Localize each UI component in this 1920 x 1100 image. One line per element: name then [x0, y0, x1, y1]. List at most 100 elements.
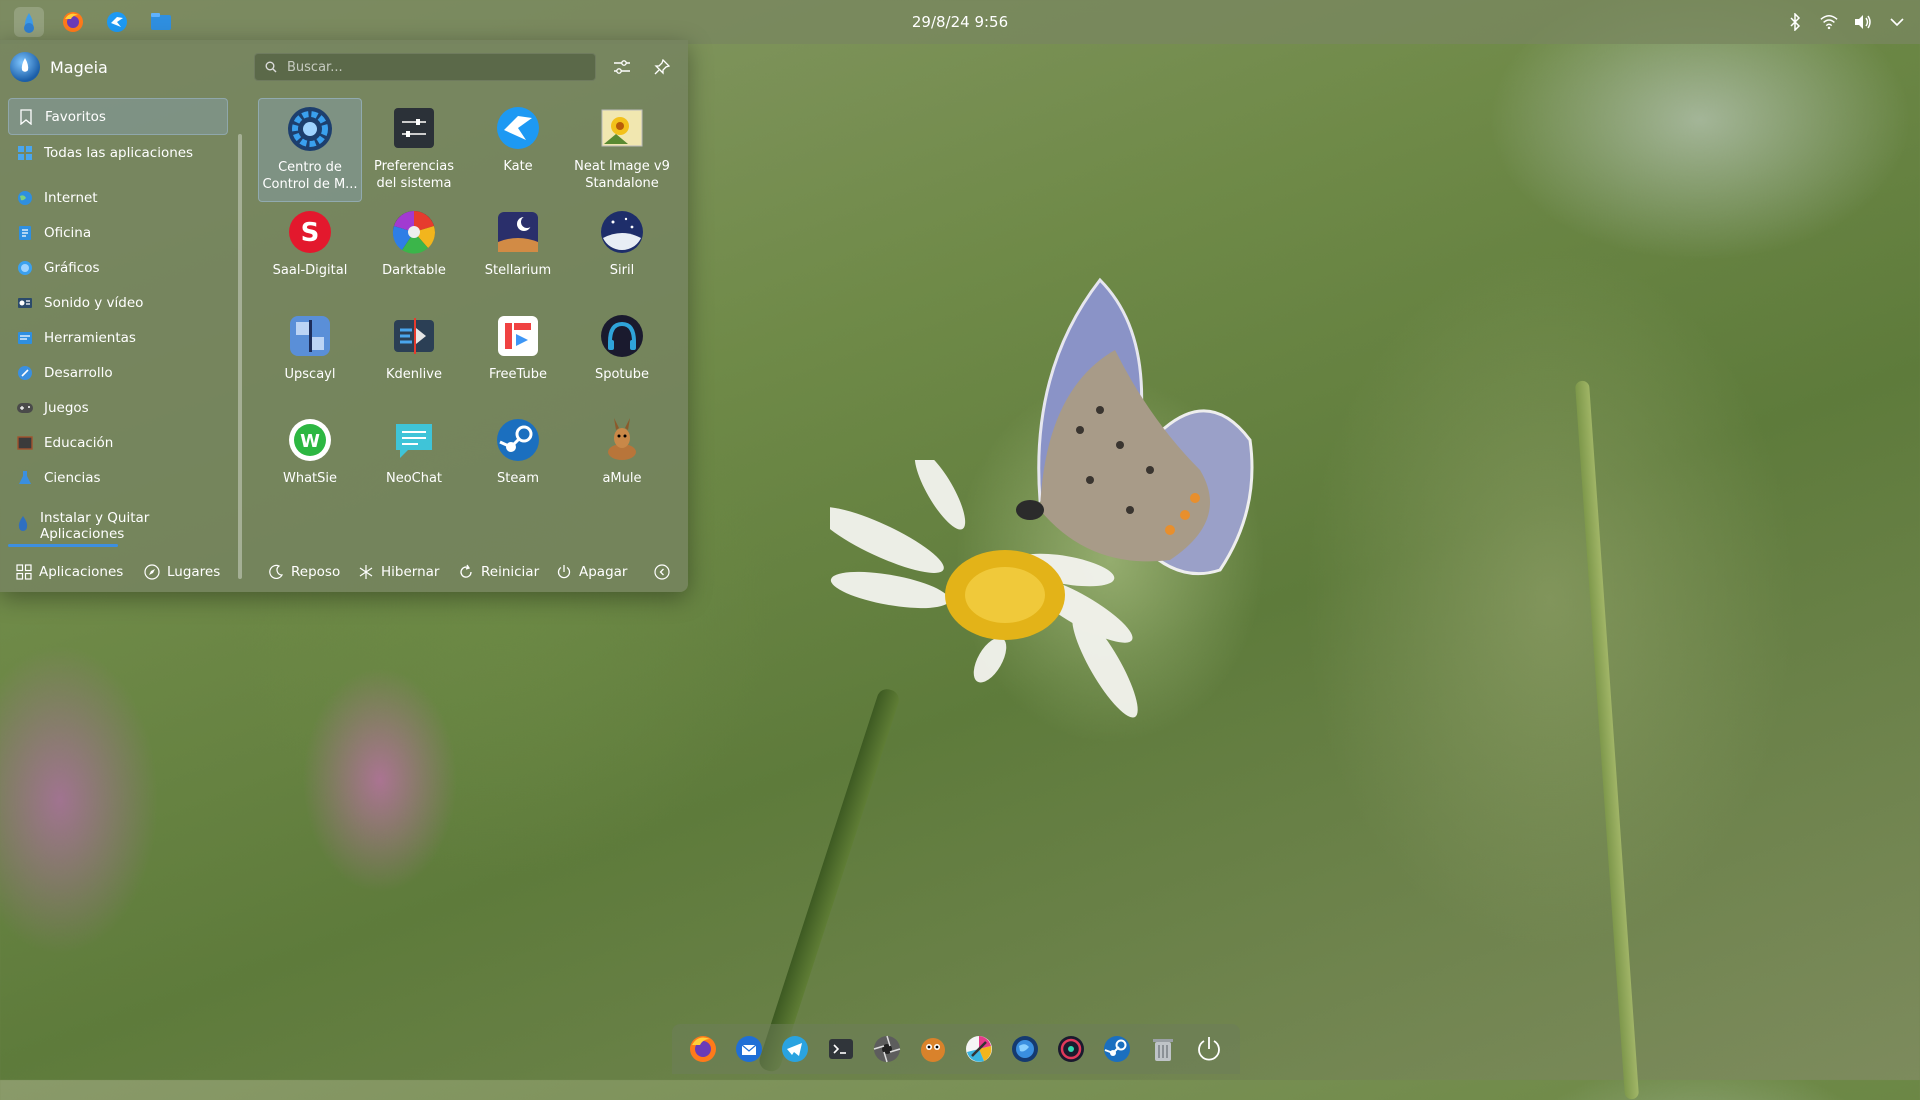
search-icon [265, 61, 277, 73]
tab-lugares-label: Lugares [167, 564, 221, 580]
sidebar-scrollbar[interactable] [238, 134, 242, 579]
app-amule[interactable]: aMule [570, 410, 674, 514]
application-menu: Mageia Favoritos Todas las aplicaciones … [0, 40, 688, 592]
category-todas[interactable]: Todas las aplicaciones [8, 135, 228, 170]
thunderbird-icon [736, 1036, 762, 1062]
category-herramientas[interactable]: Herramientas [8, 320, 228, 355]
kate-icon [494, 104, 542, 152]
search-input[interactable] [285, 58, 589, 76]
chevron-down-icon[interactable] [1888, 13, 1906, 31]
dock-power[interactable] [1193, 1033, 1225, 1065]
terminal-icon [829, 1039, 853, 1059]
app-label: Preferencias del sistema [373, 159, 455, 191]
firefox-launcher[interactable] [58, 7, 88, 37]
configure-button[interactable] [609, 54, 635, 80]
category-oficina[interactable]: Oficina [8, 215, 228, 250]
wifi-icon[interactable] [1820, 13, 1838, 31]
kate-launcher[interactable] [102, 7, 132, 37]
app-label: Centro de Control de M... [262, 160, 358, 192]
siril-icon [598, 208, 646, 256]
dock-aperture[interactable] [871, 1033, 903, 1065]
category-favoritos[interactable]: Favoritos [8, 98, 228, 135]
spotube-icon [598, 312, 646, 360]
bluetooth-icon[interactable] [1786, 13, 1804, 31]
wallpaper-butterfly [1016, 277, 1254, 576]
app-neat-image[interactable]: Neat Image v9 Standalone [570, 98, 674, 202]
category-educacion[interactable]: Educación [8, 425, 228, 460]
whatsie-icon: W [286, 416, 334, 464]
shutdown-button[interactable]: Apagar [548, 557, 635, 587]
category-internet[interactable]: Internet [8, 180, 228, 215]
category-desarrollo[interactable]: Desarrollo [8, 355, 228, 390]
app-centro-de-control[interactable]: Centro de Control de M... [258, 98, 362, 202]
dock-globe-app[interactable] [1009, 1033, 1041, 1065]
app-spotube[interactable]: Spotube [570, 306, 674, 410]
app-upscayl[interactable]: Upscayl [258, 306, 362, 410]
shutdown-label: Apagar [579, 564, 628, 580]
category-label: Educación [44, 434, 114, 451]
app-label: WhatSie [282, 471, 338, 486]
category-juegos[interactable]: Juegos [8, 390, 228, 425]
tab-aplicaciones[interactable]: Aplicaciones [8, 557, 131, 587]
compass-icon [144, 564, 160, 580]
stellarium-icon [494, 208, 542, 256]
restart-button[interactable]: Reiniciar [450, 557, 547, 587]
svg-text:S: S [301, 218, 320, 248]
category-sonido[interactable]: Sonido y vídeo [8, 285, 228, 320]
power-icon [557, 565, 571, 579]
pin-button[interactable] [649, 54, 675, 80]
svg-text:W: W [300, 431, 320, 452]
firefox-icon [690, 1036, 716, 1062]
amule-icon [598, 416, 646, 464]
dock-trash[interactable] [1147, 1033, 1179, 1065]
app-whatsie[interactable]: W WhatSie [258, 410, 362, 514]
app-kate[interactable]: Kate [466, 98, 570, 202]
user-header[interactable]: Mageia [10, 52, 108, 82]
search-field[interactable] [254, 53, 596, 81]
app-neochat[interactable]: NeoChat [362, 410, 466, 514]
dock-music-player[interactable] [1055, 1033, 1087, 1065]
category-label: Desarrollo [44, 364, 113, 381]
globe-icon [16, 189, 34, 207]
category-separator [8, 170, 228, 180]
category-ciencias[interactable]: Ciencias [8, 460, 228, 495]
hibernate-button[interactable]: Hibernar [350, 557, 447, 587]
app-freetube[interactable]: FreeTube [466, 306, 570, 410]
gamepad-icon [16, 399, 34, 417]
app-label: Stellarium [484, 263, 552, 278]
install-remove-apps[interactable]: Instalar y Quitar Aplicaciones [8, 508, 236, 543]
digital-clock[interactable]: 29/8/24 9:56 [840, 13, 1080, 31]
category-label: Oficina [44, 224, 92, 241]
grid-icon [16, 144, 34, 162]
category-graficos[interactable]: Gráficos [8, 250, 228, 285]
category-label: Juegos [44, 399, 89, 416]
app-kdenlive[interactable]: Kdenlive [362, 306, 466, 410]
app-label: Siril [609, 263, 635, 278]
dock-firefox[interactable] [687, 1033, 719, 1065]
category-label: Ciencias [44, 469, 101, 486]
app-stellarium[interactable]: Stellarium [466, 202, 570, 306]
app-label: Darktable [382, 263, 446, 278]
dock-kolourpaint[interactable] [963, 1033, 995, 1065]
dock-steam[interactable] [1101, 1033, 1133, 1065]
neochat-icon [390, 416, 438, 464]
app-saal-digital[interactable]: S Saal-Digital [258, 202, 362, 306]
leave-more-button[interactable] [646, 557, 678, 587]
sleep-label: Reposo [291, 564, 341, 580]
dock-terminal[interactable] [825, 1033, 857, 1065]
dock-gimp[interactable] [917, 1033, 949, 1065]
sleep-button[interactable]: Reposo [260, 557, 348, 587]
music-player-icon [1058, 1036, 1084, 1062]
app-steam[interactable]: Steam [466, 410, 570, 514]
tab-lugares[interactable]: Lugares [136, 557, 228, 587]
app-preferencias[interactable]: Preferencias del sistema [362, 98, 466, 202]
application-launcher-button[interactable] [14, 7, 44, 37]
avatar[interactable] [10, 52, 40, 82]
dock-telegram[interactable] [779, 1033, 811, 1065]
volume-icon[interactable] [1854, 13, 1872, 31]
category-label: Favoritos [45, 108, 106, 125]
app-siril[interactable]: Siril [570, 202, 674, 306]
files-launcher[interactable] [146, 7, 176, 37]
dock-thunderbird[interactable] [733, 1033, 765, 1065]
app-darktable[interactable]: Darktable [362, 202, 466, 306]
